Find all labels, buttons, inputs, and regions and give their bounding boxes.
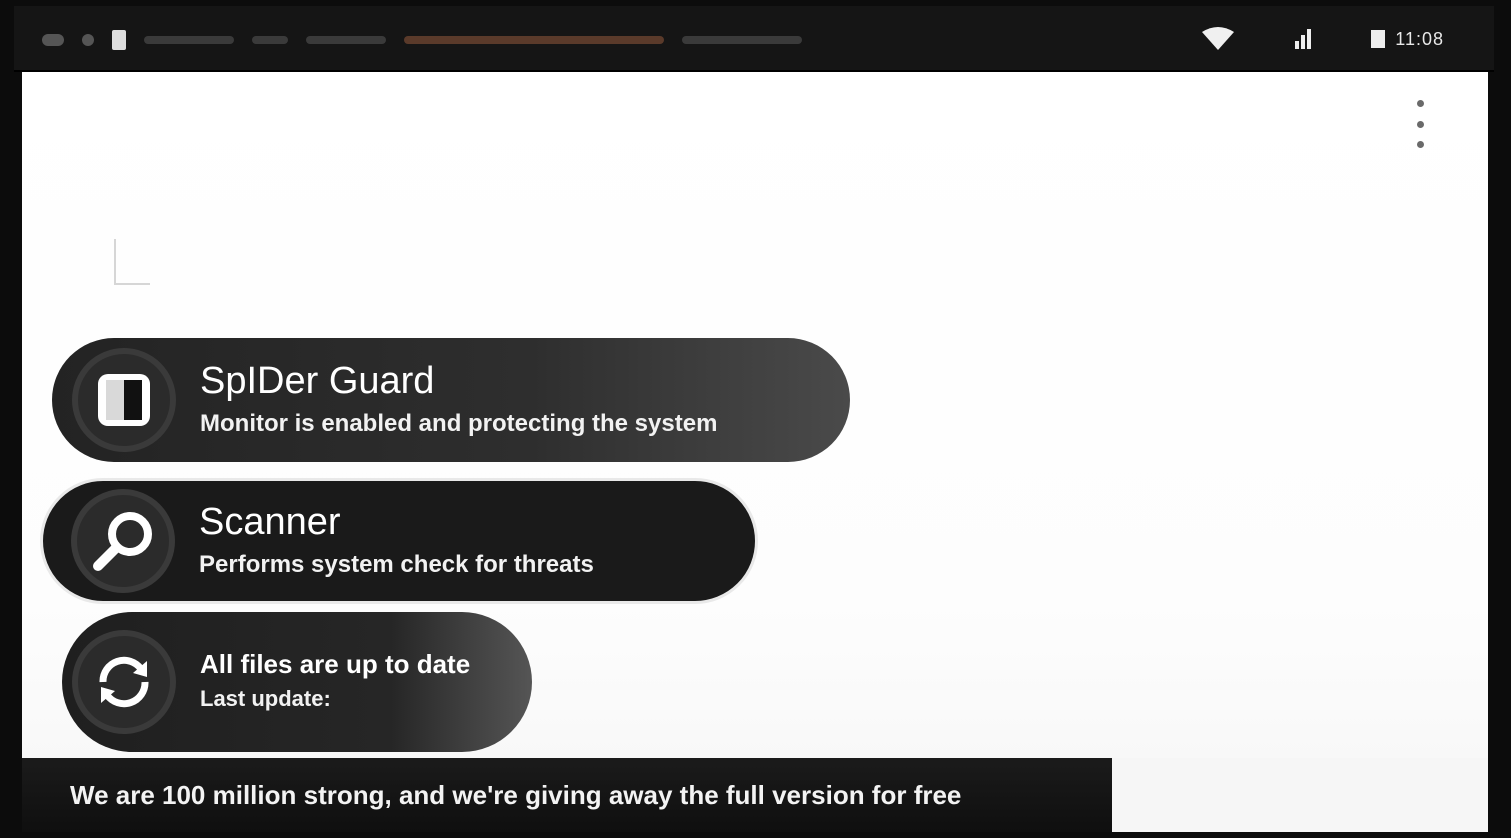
device-frame: 11:08 SpIDer Guard Monitor is enabled an… (0, 0, 1511, 838)
app-screen: SpIDer Guard Monitor is enabled and prot… (22, 72, 1488, 832)
scanner-item[interactable]: Scanner Performs system check for threat… (40, 478, 758, 604)
promo-banner-text: We are 100 million strong, and we're giv… (70, 779, 962, 810)
spider-guard-text: SpIDer Guard Monitor is enabled and prot… (200, 359, 718, 440)
promo-banner-fade (1112, 758, 1488, 832)
search-icon (77, 495, 169, 587)
wifi-icon (1202, 27, 1235, 50)
battery-icon (1371, 30, 1386, 48)
notification-icon (404, 36, 664, 44)
scanner-subtitle: Performs system check for threats (199, 551, 594, 579)
notification-icon (682, 36, 802, 44)
shield-icon (78, 354, 170, 446)
status-notifications (42, 28, 802, 52)
signal-icon (1295, 29, 1312, 49)
update-item[interactable]: All files are up to date Last update: (62, 612, 532, 752)
status-bar: 11:08 (14, 6, 1494, 72)
app-header (114, 232, 164, 292)
status-indicators: 11:08 (1201, 24, 1444, 54)
overflow-menu-icon[interactable] (1412, 100, 1428, 148)
scanner-title: Scanner (199, 500, 341, 543)
clock-text: 11:08 (1395, 28, 1444, 49)
spider-guard-title: SpIDer Guard (200, 359, 435, 402)
menu-dot (1416, 141, 1424, 148)
scanner-text: Scanner Performs system check for threat… (199, 500, 594, 581)
sd-card-icon (112, 30, 126, 50)
spider-guard-item[interactable]: SpIDer Guard Monitor is enabled and prot… (52, 338, 850, 462)
notification-icon (306, 36, 386, 44)
notification-icon (42, 34, 64, 46)
notification-icon (82, 34, 94, 46)
menu-dot (1416, 100, 1424, 107)
update-subtitle: Last update: (200, 686, 331, 711)
update-title: All files are up to date (200, 649, 471, 680)
status-clock: 11:08 (1371, 29, 1444, 50)
update-text: All files are up to date Last update: (200, 650, 470, 713)
notification-icon (252, 36, 288, 44)
refresh-icon (78, 636, 170, 728)
app-logo-icon (114, 239, 150, 285)
menu-dot (1416, 120, 1424, 128)
notification-icon (144, 36, 234, 44)
spider-guard-subtitle: Monitor is enabled and protecting the sy… (200, 410, 718, 438)
